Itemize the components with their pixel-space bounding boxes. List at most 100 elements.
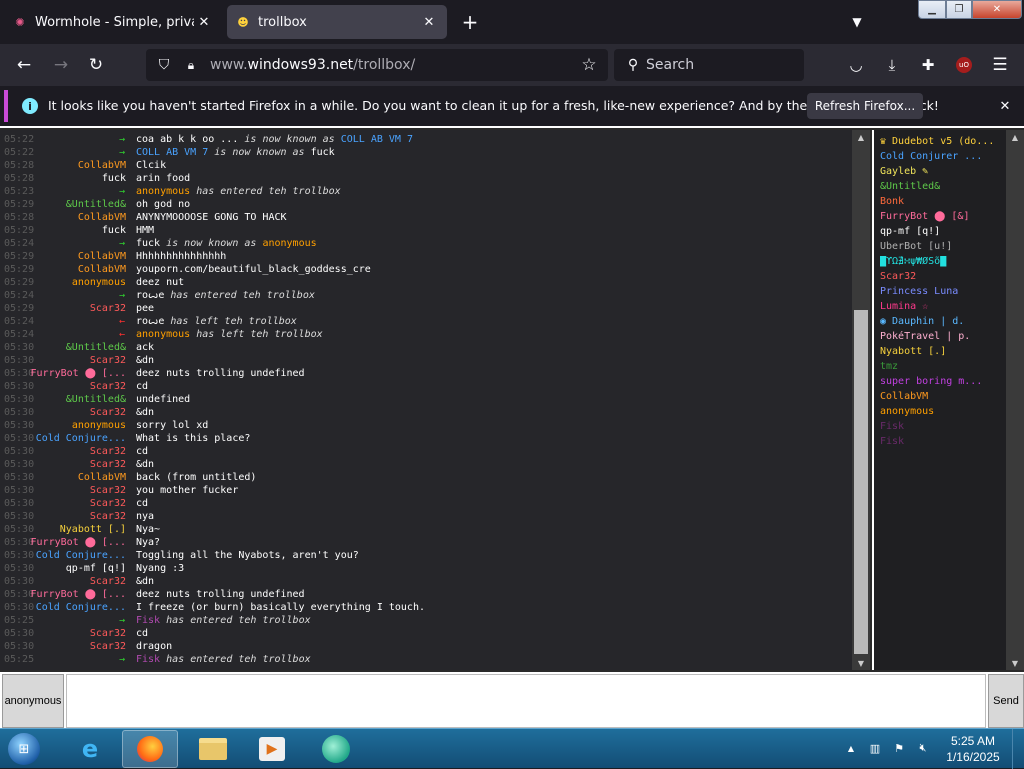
message-nick[interactable]: CollabVM [78, 472, 126, 483]
bookmark-star-icon[interactable]: ☆ [578, 54, 600, 76]
message-nick[interactable]: Scar32 [90, 407, 126, 418]
message-nick[interactable]: Scar32 [90, 355, 126, 366]
user-list-item[interactable]: Scar32 [880, 271, 1004, 286]
refresh-firefox-button[interactable]: Refresh Firefox... [807, 93, 923, 119]
chat-scroll-thumb[interactable] [854, 310, 868, 654]
user-list-item[interactable]: anonymous [880, 406, 1004, 421]
message-nick[interactable]: FurryBot ⬤ [... [31, 537, 126, 548]
send-button[interactable]: Send [988, 674, 1024, 728]
lock-icon[interactable]: 🔒︎ [182, 55, 200, 75]
user-list-scrollbar[interactable]: ▲ ▼ [1006, 130, 1024, 670]
download-icon[interactable]: ⤓ [880, 53, 904, 77]
scroll-down-arrow-icon[interactable]: ▼ [1006, 656, 1024, 670]
user-list-item[interactable]: FurryBot ⬤ [&] [880, 211, 1004, 226]
message-nick[interactable]: qp-mf [q!] [66, 563, 126, 574]
message-nick[interactable]: &Untitled& [66, 342, 126, 353]
user-list-item[interactable]: Bonk [880, 196, 1004, 211]
user-list-item[interactable]: Nyabott [.] [880, 346, 1004, 361]
forward-arrow-icon[interactable]: → [48, 52, 74, 78]
reload-icon[interactable]: ↻ [83, 52, 109, 78]
message-nick[interactable]: Scar32 [90, 511, 126, 522]
message-nick[interactable]: Scar32 [90, 446, 126, 457]
message-nick[interactable]: Scar32 [90, 303, 126, 314]
scroll-up-arrow-icon[interactable]: ▲ [1006, 130, 1024, 144]
scroll-up-arrow-icon[interactable]: ▲ [852, 130, 870, 144]
user-list-item[interactable]: UberBot [u!] [880, 241, 1004, 256]
ublock-origin-icon[interactable]: uO [952, 53, 976, 77]
message-nick[interactable]: CollabVM [78, 251, 126, 262]
nickname-button[interactable]: anonymous [2, 674, 64, 728]
back-arrow-icon[interactable]: ← [11, 52, 37, 78]
message-nick[interactable]: fuck [102, 173, 126, 184]
message-input[interactable] [66, 674, 986, 728]
message-nick[interactable]: anonymous [72, 277, 126, 288]
action-center-flag-icon[interactable]: ⚑ [890, 739, 908, 757]
taskbar-internet-explorer[interactable]: e [62, 730, 118, 768]
message-nick[interactable]: Nyabott [.] [60, 524, 126, 535]
message-nick[interactable]: Scar32 [90, 641, 126, 652]
network-icon[interactable]: ▥ [866, 739, 884, 757]
user-list-item[interactable]: qp-mf [q!] [880, 226, 1004, 241]
message-nick[interactable]: Scar32 [90, 485, 126, 496]
tab-wormhole[interactable]: ✺ Wormhole - Simple, private file ✕ [4, 5, 222, 39]
message-nick[interactable]: Cold Conjure... [36, 433, 126, 444]
taskbar-media-player[interactable]: ▶ [244, 730, 300, 768]
user-list-item[interactable]: █ϓΩ∄∺ψ₩ØŜȭ█ [880, 256, 1004, 271]
volume-muted-icon[interactable]: 🔇︎ [914, 739, 932, 757]
message-nick[interactable]: &Untitled& [66, 199, 126, 210]
message-nick[interactable]: fuck [102, 225, 126, 236]
taskbar-file-explorer[interactable] [185, 730, 241, 768]
message-nick[interactable]: Scar32 [90, 381, 126, 392]
user-list-item[interactable]: PokéTravel | p. [880, 331, 1004, 346]
message-nick[interactable]: CollabVM [78, 264, 126, 275]
user-list-item[interactable]: ◉ Dauphin | d. [880, 316, 1004, 331]
message-nick[interactable]: CollabVM [78, 212, 126, 223]
user-list-item[interactable]: Cold Conjurer ... [880, 151, 1004, 166]
taskbar-chat-app[interactable] [308, 730, 364, 768]
notification-close-icon[interactable]: ✕ [994, 95, 1016, 117]
start-button[interactable]: ⊞ [4, 730, 44, 768]
chat-scrollbar[interactable]: ▲ ▼ [852, 130, 870, 670]
message-nick[interactable]: anonymous [72, 420, 126, 431]
address-bar[interactable]: ⛉ 🔒︎ www.windows93.net/trollbox/ ☆ [146, 49, 608, 81]
message-nick[interactable]: Cold Conjure... [36, 550, 126, 561]
show-desktop-button[interactable] [1012, 729, 1024, 769]
user-list-item[interactable]: ♛ Dudebot v5 (do... [880, 136, 1004, 151]
tab-close-icon[interactable]: ✕ [419, 12, 439, 32]
user-list-item[interactable]: Fisk [880, 436, 1004, 451]
system-clock[interactable]: 5:25 AM 1/16/2025 [938, 733, 1008, 765]
taskbar-firefox[interactable] [122, 730, 178, 768]
user-list-item[interactable]: Fisk [880, 421, 1004, 436]
user-list-item[interactable]: CollabVM [880, 391, 1004, 406]
minimize-button[interactable]: ▁ [918, 0, 946, 19]
tab-trollbox[interactable]: ☻ trollbox ✕ [227, 5, 447, 39]
message-nick[interactable]: FurryBot ⬤ [... [31, 589, 126, 600]
message-nick[interactable]: Scar32 [90, 628, 126, 639]
tracking-shield-icon[interactable]: ⛉ [154, 55, 174, 75]
message-nick[interactable]: FurryBot ⬤ [... [31, 368, 126, 379]
list-all-tabs-button[interactable]: ▼ [846, 12, 868, 32]
message-nick[interactable]: Scar32 [90, 576, 126, 587]
tab-close-icon[interactable]: ✕ [194, 12, 214, 32]
message-nick[interactable]: Scar32 [90, 498, 126, 509]
message-nick[interactable]: Cold Conjure... [36, 602, 126, 613]
hamburger-menu-icon[interactable]: ☰ [988, 53, 1012, 77]
user-list-item[interactable]: Gayleb ✎ [880, 166, 1004, 181]
extensions-puzzle-icon[interactable]: ✚ [916, 53, 940, 77]
new-tab-button[interactable]: + [458, 10, 482, 34]
user-list-item[interactable]: &Untitled& [880, 181, 1004, 196]
search-input[interactable]: Search [646, 57, 694, 73]
user-list-item[interactable]: tmz [880, 361, 1004, 376]
user-list-item[interactable]: super boring m... [880, 376, 1004, 391]
message-nick[interactable]: &Untitled& [66, 394, 126, 405]
window-close-button[interactable]: ✕ [972, 0, 1022, 19]
search-bar[interactable]: ⚲ Search [614, 49, 804, 81]
chat-log[interactable]: 05:22 → coa ab k k oo ... is now known as … [0, 130, 852, 670]
restore-button[interactable]: ❐ [946, 0, 972, 19]
user-list-item[interactable]: Lumina ☆ [880, 301, 1004, 316]
scroll-down-arrow-icon[interactable]: ▼ [852, 656, 870, 670]
show-hidden-icons-icon[interactable]: ▲ [842, 739, 860, 757]
message-nick[interactable]: Scar32 [90, 459, 126, 470]
user-list-item[interactable]: Princess Luna [880, 286, 1004, 301]
pocket-icon[interactable]: ◡ [844, 53, 868, 77]
